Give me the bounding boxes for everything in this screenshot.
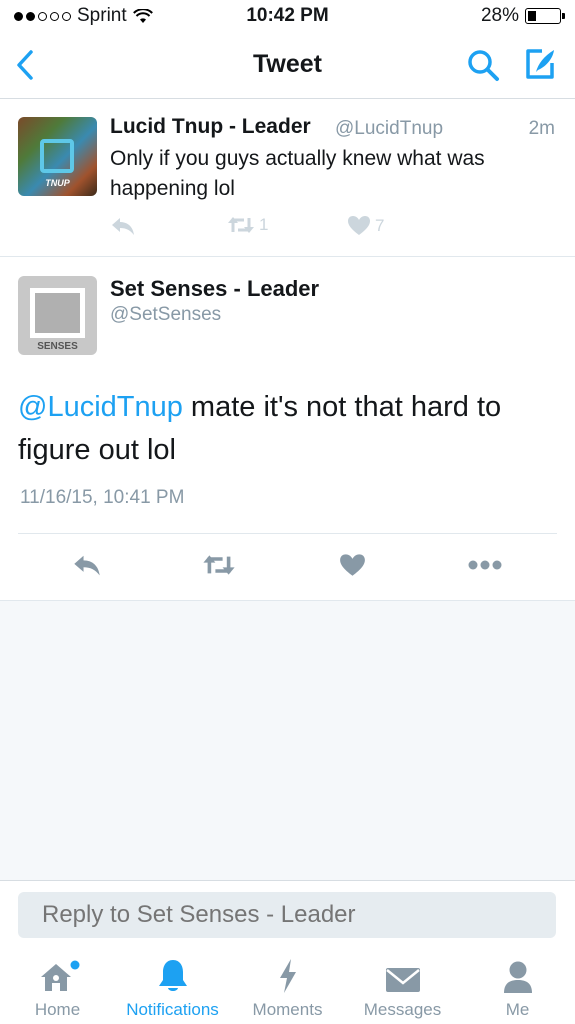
tweet-actions: 1 7 — [110, 215, 570, 241]
retweet-icon — [228, 217, 254, 233]
reply-button[interactable] — [110, 215, 136, 237]
tab-moments[interactable]: Moments — [230, 958, 345, 1020]
search-icon[interactable] — [466, 48, 500, 82]
avatar-logo-text: TNUP — [45, 178, 70, 188]
battery-percentage: 28% — [480, 5, 519, 26]
navigation-bar: Tweet — [0, 34, 575, 99]
tweet-date: 11/16/15, 10:41 PM — [20, 487, 185, 508]
tab-label: Notifications — [126, 1000, 219, 1019]
heart-icon[interactable] — [339, 553, 366, 577]
more-options-icon[interactable] — [468, 559, 502, 571]
battery-group: 28% — [480, 5, 565, 27]
like-button[interactable]: 7 — [347, 215, 384, 236]
heart-icon — [348, 216, 370, 235]
person-icon — [503, 961, 532, 993]
avatar-logo-icon — [30, 288, 85, 338]
reply-icon[interactable] — [72, 552, 102, 578]
tab-label: Moments — [252, 1000, 323, 1019]
tab-messages[interactable]: Messages — [345, 958, 460, 1020]
avatar-logo-text: SENSES — [37, 341, 78, 352]
reply-icon — [112, 218, 134, 235]
tweet-author-name[interactable]: Lucid Tnup - Leader — [110, 115, 311, 139]
mention-link[interactable]: @LucidTnup — [18, 391, 183, 423]
tweet-author-name[interactable]: Set Senses - Leader — [110, 276, 319, 302]
tab-notifications[interactable]: Notifications — [115, 958, 230, 1020]
status-bar: Sprint 10:42 PM 28% — [0, 0, 575, 34]
tab-label: Me — [505, 1000, 530, 1019]
battery-icon — [525, 8, 565, 24]
envelope-icon — [385, 968, 420, 992]
bell-icon — [158, 960, 187, 991]
retweet-button[interactable]: 1 — [227, 215, 268, 235]
lightning-icon — [279, 959, 296, 993]
reply-composer — [0, 880, 575, 949]
retweet-icon[interactable] — [202, 553, 236, 577]
tweet-text: @LucidTnup mate it's not that hard to fi… — [18, 386, 558, 472]
tab-label: Messages — [363, 1000, 442, 1019]
tweet-timestamp: 2m — [528, 118, 555, 139]
reply-input[interactable] — [18, 892, 556, 938]
tab-me[interactable]: Me — [460, 958, 575, 1020]
avatar[interactable]: SENSES — [18, 276, 97, 355]
home-icon — [40, 960, 79, 991]
avatar[interactable]: TNUP — [18, 117, 97, 196]
tweet-author-handle[interactable]: @SetSenses — [110, 304, 221, 326]
retweet-count: 1 — [259, 215, 269, 234]
tweet-text: Only if you guys actually knew what was … — [110, 147, 485, 200]
tweet-author-handle[interactable]: @LucidTnup — [335, 118, 443, 140]
compose-tweet-icon[interactable] — [522, 46, 558, 82]
tab-home[interactable]: Home — [0, 958, 115, 1020]
like-count: 7 — [375, 215, 385, 235]
tab-label: Home — [34, 1000, 81, 1019]
avatar-logo-icon — [40, 139, 74, 173]
tweet-actions — [0, 550, 575, 582]
divider — [18, 533, 557, 534]
tab-bar: Home Notifications Moments Messages Me — [0, 948, 575, 1024]
